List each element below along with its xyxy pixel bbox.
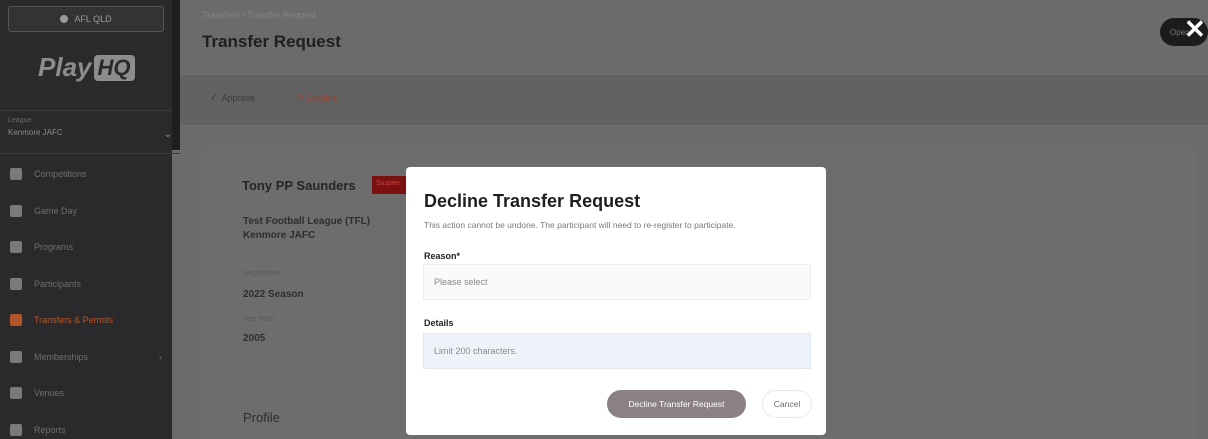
membership-icon [10,350,22,363]
transfer-icon [10,314,22,327]
sidebar-item-label: Reports [34,424,66,435]
page-title: Transfer Request [202,32,341,51]
venue-icon [10,387,22,400]
playhq-logo: Play HQ [38,52,135,83]
sidebar-item-label: Transfers & Permits [34,315,114,326]
league-name: Test Football League (TFL) [243,216,371,227]
sidebar-item-game-day[interactable]: Game Day [0,193,172,230]
sidebar-item-label: Venues [34,388,65,399]
approve-label: Approve [221,92,256,103]
participants-icon [10,277,22,290]
logo-text: Play [38,52,92,82]
league-value: Kenmore JAFC [8,128,63,137]
league-label: League [8,117,32,124]
club-name: Kenmore JAFC [243,230,316,241]
sidebar-item-transfers-permits[interactable]: Transfers & Permits [0,302,172,339]
details-textarea[interactable]: Limit 200 characters. [423,333,811,369]
participant-league: Test Football League (TFL) Kenmore JAFC [243,215,370,243]
trophy-icon [10,168,22,181]
programs-icon [10,241,22,254]
reports-icon [10,423,22,436]
scoreboard-icon [10,204,22,217]
sidebar: AFL QLD Play HQ League Kenmore JAFC ⌄ Co… [0,0,180,439]
check-icon: ✓ [210,92,218,102]
sidebar-item-venues[interactable]: Venues [0,375,172,412]
sidebar-item-competitions[interactable]: Competitions [0,156,172,193]
sidebar-item-memberships[interactable]: Memberships › [0,339,172,376]
chevron-right-icon: › [159,351,162,362]
breadcrumb[interactable]: Transfers / Transfer Request [202,10,316,20]
year-label: Year Born [243,316,274,323]
sidebar-item-label: Participants [34,278,82,289]
season-value: 2022 Season [243,289,304,300]
sidebar-item-label: Programs [34,242,74,253]
league-selector[interactable]: League Kenmore JAFC ⌄ [0,110,180,154]
sidebar-item-programs[interactable]: Programs [0,229,172,266]
org-label: AFL QLD [74,14,112,24]
modal-title: Decline Transfer Request [424,191,641,211]
action-bar: ✓ Approve ⊘ Decline [180,74,1208,126]
details-label: Details [424,318,454,328]
profile-heading: Profile [243,410,280,425]
year-value: 2005 [243,333,266,344]
decline-icon: ⊘ [296,92,304,102]
reason-label: Reason* [424,251,461,261]
season-label: Registration [243,270,281,277]
sidebar-nav: Competitions Game Day Programs Participa… [0,156,172,439]
modal-subtitle: This action cannot be undone. The partic… [424,220,736,230]
sidebar-item-participants[interactable]: Participants [0,266,172,303]
approve-button[interactable]: ✓ Approve [210,92,255,103]
decline-button-top[interactable]: ⊘ Decline [296,92,338,103]
sidebar-item-label: Game Day [34,205,78,216]
decline-transfer-button[interactable]: Decline Transfer Request [607,390,746,418]
participant-name: Tony PP Saunders [242,178,356,193]
sidebar-scrollbar[interactable] [172,0,180,150]
decline-transfer-modal: Decline Transfer Request This action can… [406,167,826,435]
sidebar-item-reports[interactable]: Reports [0,412,172,439]
sidebar-item-label: Memberships [34,351,89,362]
sidebar-item-label: Competitions [34,169,87,180]
close-icon[interactable]: ✕ [1184,16,1206,42]
org-icon [60,15,69,23]
decline-label: Decline [307,92,338,103]
logo-badge: HQ [93,54,135,81]
organisation-switcher[interactable]: AFL QLD [8,6,164,32]
cancel-button[interactable]: Cancel [762,390,812,418]
reason-select[interactable]: Please select [423,264,811,300]
chevron-down-icon: ⌄ [163,129,172,140]
